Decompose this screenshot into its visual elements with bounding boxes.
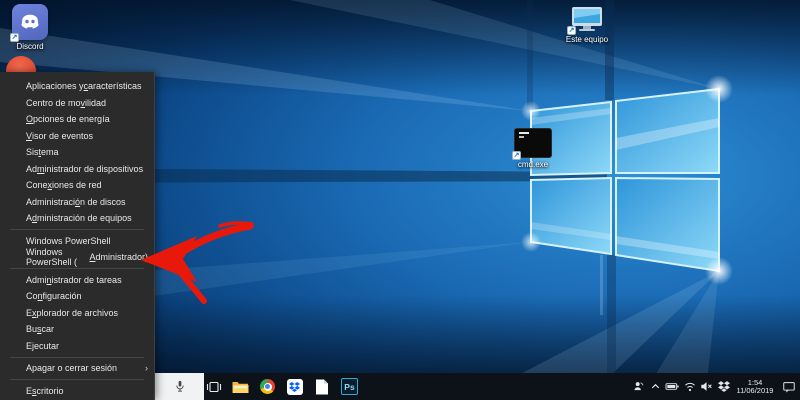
microphone-icon (175, 380, 184, 392)
dropbox-tray-button[interactable] (715, 373, 732, 400)
menu-item-disk-management[interactable]: Administraci ó n de discos (0, 194, 154, 211)
desktop-icon-label: Discord (16, 42, 44, 51)
desktop-icon-cmd[interactable]: ↗ cmd.exe (508, 128, 558, 169)
menu-item-run[interactable]: Ej ecutar (0, 338, 154, 355)
battery-icon (665, 383, 679, 390)
menu-item-search[interactable]: Bu s car (0, 321, 154, 338)
file-explorer-button[interactable] (227, 373, 254, 400)
menu-item-apps-features[interactable]: Aplicaciones y c aracterísticas (0, 78, 154, 95)
dropbox-tray-icon (717, 381, 730, 392)
menu-separator (10, 268, 144, 269)
clock[interactable]: 1:54 11/06/2019 (732, 378, 778, 396)
menu-item-desktop[interactable]: Es critorio (0, 383, 154, 400)
search-input[interactable] (155, 373, 204, 400)
menu-item-power-options[interactable]: Opciones de energía (0, 111, 154, 128)
desktop-icon-discord[interactable]: ↗ Discord (6, 4, 54, 51)
menu-item-settings[interactable]: Co n figuración (0, 288, 154, 305)
menu-item-shutdown[interactable]: Apagar o cerrar sesión › (0, 360, 154, 377)
chevron-up-icon (651, 383, 660, 389)
desktop-icon-label: cmd.exe (517, 160, 549, 169)
desktop-icon-label: Este equipo (565, 35, 609, 44)
menu-item-task-manager[interactable]: Admi n istrador de tareas (0, 272, 154, 289)
photoshop-button[interactable]: Ps (336, 373, 363, 400)
photoshop-icon: Ps (341, 378, 358, 395)
volume-muted-icon (700, 382, 712, 391)
menu-item-network-connections[interactable]: Cone x iones de red (0, 177, 154, 194)
battery-button[interactable] (664, 373, 681, 400)
shortcut-arrow-icon: ↗ (512, 151, 521, 160)
submenu-chevron-icon: › (145, 363, 148, 374)
desktop-icon-este-equipo[interactable]: ↗ Este equipo (556, 5, 618, 44)
menu-item-mobility-center[interactable]: Centro de mo v ilidad (0, 95, 154, 112)
menu-separator (10, 229, 144, 230)
action-center-icon (783, 381, 795, 393)
network-button[interactable] (681, 373, 698, 400)
winx-menu: Aplicaciones y c aracterísticas Centro de… (0, 72, 155, 400)
menu-item-file-explorer[interactable]: Ex plorador de archivos (0, 305, 154, 322)
people-button[interactable] (630, 373, 647, 400)
menu-item-system[interactable]: Sis t ema (0, 144, 154, 161)
task-view-button[interactable] (200, 373, 227, 400)
volume-button[interactable] (698, 373, 715, 400)
menu-item-device-manager[interactable]: Ad m inistrador de dispositivos (0, 161, 154, 178)
dropbox-button[interactable] (281, 373, 308, 400)
people-icon (634, 382, 644, 391)
shortcut-arrow-icon: ↗ (567, 26, 576, 35)
file-explorer-icon (232, 381, 249, 393)
menu-item-computer-management[interactable]: Ad ministración de equipos (0, 210, 154, 227)
menu-separator (10, 356, 144, 358)
shortcut-arrow-icon: ↗ (10, 33, 19, 42)
dropbox-icon (286, 378, 303, 395)
menu-item-event-viewer[interactable]: Visor de eventos (0, 128, 154, 145)
task-view-icon (206, 381, 221, 392)
tray-overflow-button[interactable] (647, 373, 664, 400)
menu-item-powershell-admin[interactable]: Windows PowerShell (Administrador) (0, 247, 154, 267)
notepad-button[interactable] (308, 373, 335, 400)
windows-desktop: ↗ Discord ↗ Este equipo ↗ cmd.exe Aplica… (0, 0, 800, 400)
clock-date: 11/06/2019 (736, 386, 774, 395)
menu-separator (10, 379, 144, 380)
document-icon (315, 379, 328, 394)
wifi-icon (684, 382, 695, 392)
system-tray: 1:54 11/06/2019 (630, 373, 800, 400)
chrome-icon (260, 379, 275, 394)
action-center-button[interactable] (778, 373, 800, 400)
chrome-button[interactable] (254, 373, 281, 400)
